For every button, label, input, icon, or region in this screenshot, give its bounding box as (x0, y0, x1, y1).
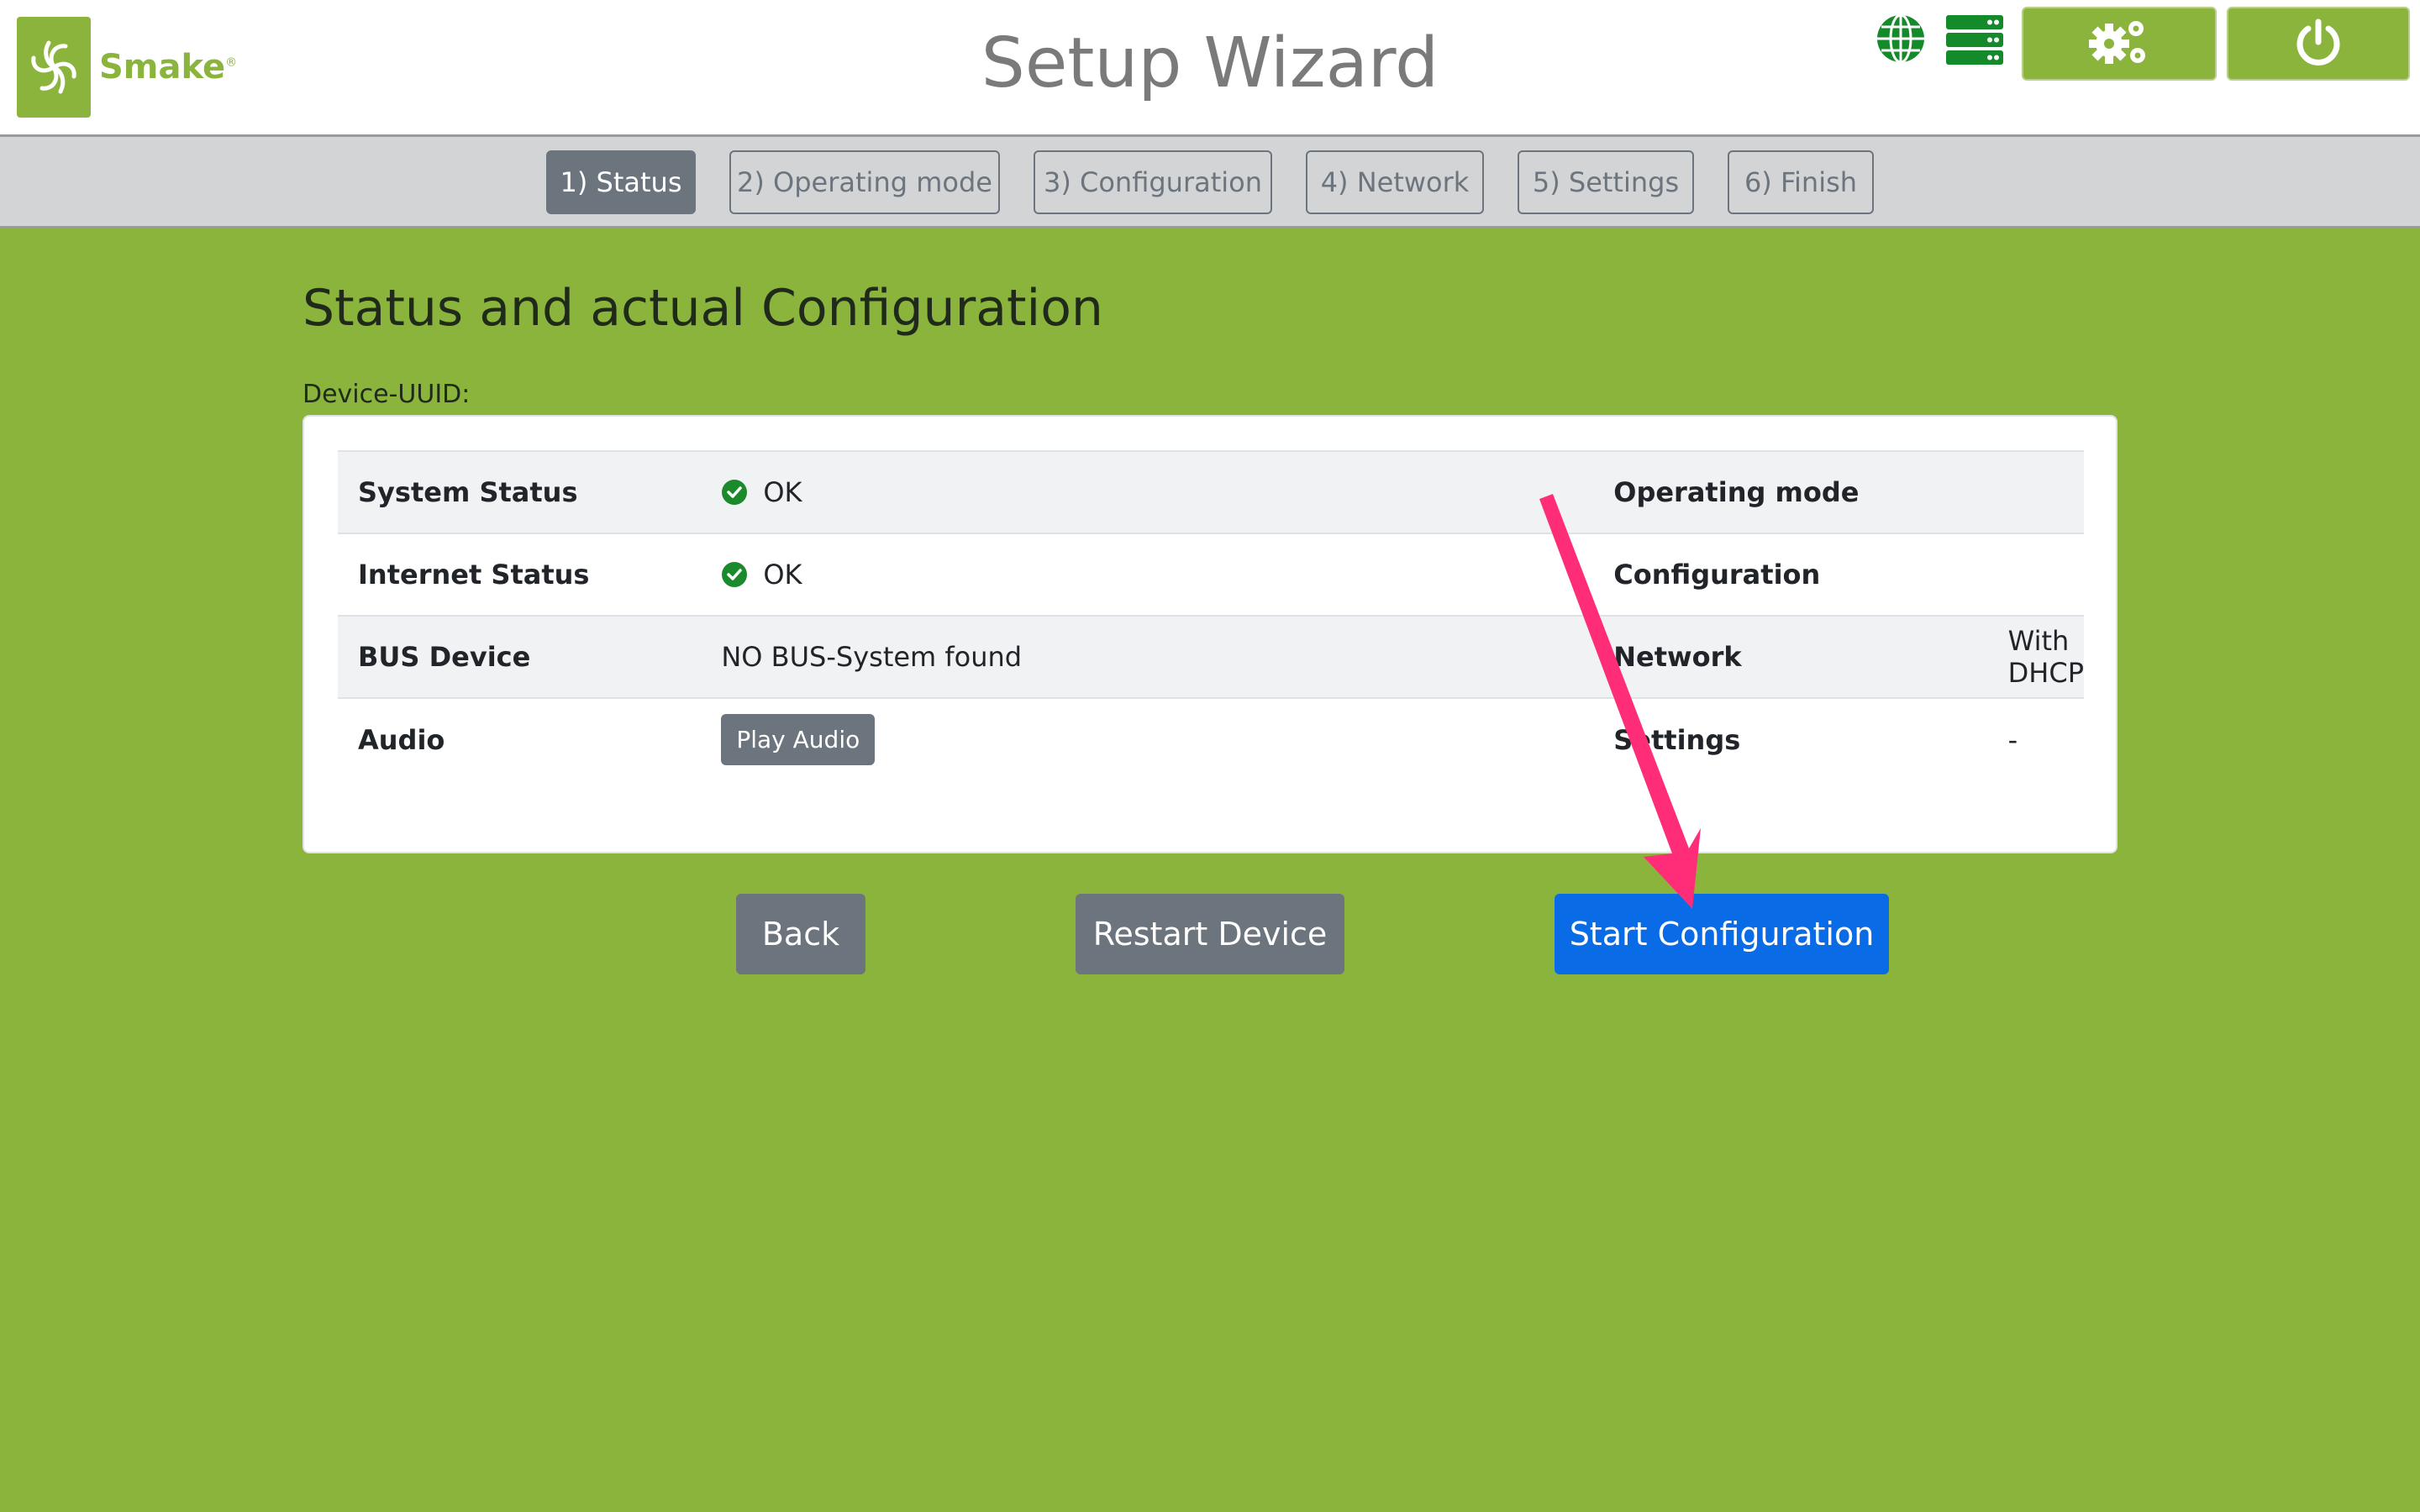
check-icon (721, 479, 748, 506)
status-card: System Status OK Operating mode Internet… (302, 415, 2118, 853)
row-label: Audio (358, 723, 445, 756)
row-label: Configuration (1613, 559, 1821, 591)
start-configuration-button[interactable]: Start Configuration (1555, 894, 1889, 974)
tab-configuration[interactable]: 3) Configuration (1034, 150, 1272, 214)
globe-icon[interactable] (1874, 12, 1928, 70)
tab-network[interactable]: 4) Network (1306, 150, 1484, 214)
tab-settings[interactable]: 5) Settings (1518, 150, 1694, 214)
power-button[interactable] (2227, 7, 2410, 81)
wizard-steps: 1) Status 2) Operating mode 3) Configura… (0, 134, 2420, 228)
row-label: Network (1613, 641, 1742, 673)
row-value (2008, 533, 2084, 616)
app-header: Smake® Setup Wizard (0, 0, 2420, 134)
status-value: OK (763, 559, 802, 591)
server-icon[interactable] (1946, 15, 2003, 70)
settings-button[interactable] (2022, 7, 2217, 81)
row-value: - (2007, 723, 2018, 756)
restart-device-button[interactable]: Restart Device (1076, 894, 1344, 974)
power-icon (2293, 17, 2344, 71)
tab-operating-mode[interactable]: 2) Operating mode (729, 150, 1000, 214)
table-row: Audio Play Audio Settings - (338, 698, 2084, 780)
table-row: Internet Status OK Configuration (338, 533, 2084, 616)
tab-status[interactable]: 1) Status (546, 150, 696, 214)
status-value: OK (763, 476, 802, 508)
section-heading: Status and actual Configuration (302, 279, 1103, 338)
check-icon (721, 561, 748, 588)
table-row: BUS Device NO BUS-System found Network W… (338, 616, 2084, 698)
status-table: System Status OK Operating mode Internet… (338, 450, 2084, 780)
tab-finish[interactable]: 6) Finish (1728, 150, 1874, 214)
settings-gears-icon (2087, 15, 2151, 73)
row-value (2008, 451, 2084, 533)
back-button[interactable]: Back (736, 894, 865, 974)
table-row: System Status OK Operating mode (338, 451, 2084, 533)
row-label: Internet Status (358, 559, 590, 591)
device-uuid-label: Device-UUID: (302, 380, 471, 409)
play-audio-button[interactable]: Play Audio (721, 714, 876, 765)
row-label: Settings (1613, 723, 1741, 756)
row-value: NO BUS-System found (721, 641, 1023, 673)
row-label: System Status (358, 476, 578, 508)
row-label: Operating mode (1613, 476, 1860, 508)
row-value: With DHCP (2007, 625, 2084, 689)
row-label: BUS Device (358, 641, 531, 673)
